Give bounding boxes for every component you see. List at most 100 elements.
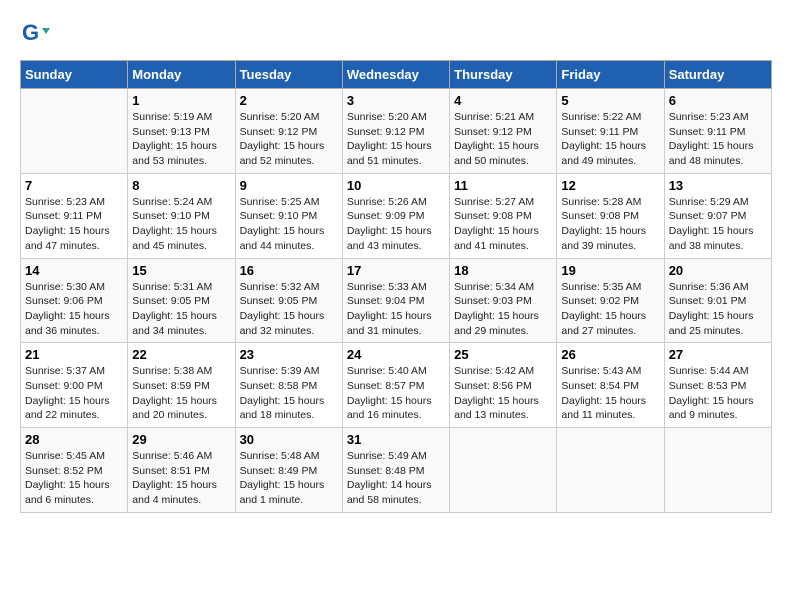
day-number: 17 [347,263,445,278]
col-header-monday: Monday [128,61,235,89]
day-number: 31 [347,432,445,447]
day-info: Sunrise: 5:29 AM Sunset: 9:07 PM Dayligh… [669,195,767,254]
day-cell: 10 Sunrise: 5:26 AM Sunset: 9:09 PM Dayli… [342,173,449,258]
day-info: Sunrise: 5:35 AM Sunset: 9:02 PM Dayligh… [561,280,659,339]
day-info: Sunrise: 5:42 AM Sunset: 8:56 PM Dayligh… [454,364,552,423]
day-cell: 1 Sunrise: 5:19 AM Sunset: 9:13 PM Daylig… [128,89,235,174]
col-header-tuesday: Tuesday [235,61,342,89]
day-number: 25 [454,347,552,362]
logo: G [20,20,54,50]
day-info: Sunrise: 5:31 AM Sunset: 9:05 PM Dayligh… [132,280,230,339]
day-info: Sunrise: 5:49 AM Sunset: 8:48 PM Dayligh… [347,449,445,508]
day-cell: 13 Sunrise: 5:29 AM Sunset: 9:07 PM Dayli… [664,173,771,258]
day-cell: 29Sunrise: 5:46 AM Sunset: 8:51 PM Dayli… [128,428,235,513]
day-cell: 7Sunrise: 5:23 AM Sunset: 9:11 PM Daylig… [21,173,128,258]
day-number: 16 [240,263,338,278]
day-number: 13 [669,178,767,193]
day-cell: 4 Sunrise: 5:21 AM Sunset: 9:12 PM Daylig… [450,89,557,174]
day-cell: 17 Sunrise: 5:33 AM Sunset: 9:04 PM Dayli… [342,258,449,343]
day-cell: 15 Sunrise: 5:31 AM Sunset: 9:05 PM Dayli… [128,258,235,343]
day-cell: 2 Sunrise: 5:20 AM Sunset: 9:12 PM Daylig… [235,89,342,174]
week-row-4: 21Sunrise: 5:37 AM Sunset: 9:00 PM Dayli… [21,343,772,428]
day-number: 19 [561,263,659,278]
day-number: 1 [132,93,230,108]
day-number: 6 [669,93,767,108]
col-header-sunday: Sunday [21,61,128,89]
day-info: Sunrise: 5:44 AM Sunset: 8:53 PM Dayligh… [669,364,767,423]
day-cell: 25 Sunrise: 5:42 AM Sunset: 8:56 PM Dayli… [450,343,557,428]
day-info: Sunrise: 5:26 AM Sunset: 9:09 PM Dayligh… [347,195,445,254]
day-info: Sunrise: 5:23 AM Sunset: 9:11 PM Dayligh… [669,110,767,169]
day-info: Sunrise: 5:40 AM Sunset: 8:57 PM Dayligh… [347,364,445,423]
logo-icon: G [20,20,50,50]
day-cell: 19 Sunrise: 5:35 AM Sunset: 9:02 PM Dayli… [557,258,664,343]
day-number: 5 [561,93,659,108]
day-number: 22 [132,347,230,362]
day-cell: 27Sunrise: 5:44 AM Sunset: 8:53 PM Dayli… [664,343,771,428]
day-number: 15 [132,263,230,278]
calendar-table: SundayMondayTuesdayWednesdayThursdayFrid… [20,60,772,513]
day-cell: 24 Sunrise: 5:40 AM Sunset: 8:57 PM Dayli… [342,343,449,428]
day-info: Sunrise: 5:36 AM Sunset: 9:01 PM Dayligh… [669,280,767,339]
day-info: Sunrise: 5:34 AM Sunset: 9:03 PM Dayligh… [454,280,552,339]
day-info: Sunrise: 5:43 AM Sunset: 8:54 PM Dayligh… [561,364,659,423]
day-number: 11 [454,178,552,193]
day-cell: 23 Sunrise: 5:39 AM Sunset: 8:58 PM Dayli… [235,343,342,428]
day-number: 14 [25,263,123,278]
day-number: 10 [347,178,445,193]
col-header-saturday: Saturday [664,61,771,89]
day-cell [450,428,557,513]
day-cell: 21Sunrise: 5:37 AM Sunset: 9:00 PM Dayli… [21,343,128,428]
day-info: Sunrise: 5:28 AM Sunset: 9:08 PM Dayligh… [561,195,659,254]
day-info: Sunrise: 5:20 AM Sunset: 9:12 PM Dayligh… [240,110,338,169]
day-cell: 12 Sunrise: 5:28 AM Sunset: 9:08 PM Dayli… [557,173,664,258]
day-number: 2 [240,93,338,108]
day-info: Sunrise: 5:19 AM Sunset: 9:13 PM Dayligh… [132,110,230,169]
day-number: 20 [669,263,767,278]
day-info: Sunrise: 5:37 AM Sunset: 9:00 PM Dayligh… [25,364,123,423]
day-info: Sunrise: 5:39 AM Sunset: 8:58 PM Dayligh… [240,364,338,423]
day-cell: 16 Sunrise: 5:32 AM Sunset: 9:05 PM Dayli… [235,258,342,343]
day-number: 18 [454,263,552,278]
day-info: Sunrise: 5:48 AM Sunset: 8:49 PM Dayligh… [240,449,338,508]
week-row-1: 1 Sunrise: 5:19 AM Sunset: 9:13 PM Daylig… [21,89,772,174]
week-row-5: 28 Sunrise: 5:45 AM Sunset: 8:52 PM Dayli… [21,428,772,513]
day-info: Sunrise: 5:21 AM Sunset: 9:12 PM Dayligh… [454,110,552,169]
svg-text:G: G [22,20,39,45]
page-header: G [20,20,772,50]
col-header-friday: Friday [557,61,664,89]
day-number: 26 [561,347,659,362]
day-cell: 28 Sunrise: 5:45 AM Sunset: 8:52 PM Dayli… [21,428,128,513]
day-info: Sunrise: 5:24 AM Sunset: 9:10 PM Dayligh… [132,195,230,254]
day-cell: 8Sunrise: 5:24 AM Sunset: 9:10 PM Daylig… [128,173,235,258]
day-cell: 31 Sunrise: 5:49 AM Sunset: 8:48 PM Dayli… [342,428,449,513]
week-row-3: 14 Sunrise: 5:30 AM Sunset: 9:06 PM Dayli… [21,258,772,343]
day-number: 24 [347,347,445,362]
day-info: Sunrise: 5:46 AM Sunset: 8:51 PM Dayligh… [132,449,230,508]
day-info: Sunrise: 5:45 AM Sunset: 8:52 PM Dayligh… [25,449,123,508]
day-number: 28 [25,432,123,447]
day-info: Sunrise: 5:33 AM Sunset: 9:04 PM Dayligh… [347,280,445,339]
day-cell: 6 Sunrise: 5:23 AM Sunset: 9:11 PM Daylig… [664,89,771,174]
day-cell: 11 Sunrise: 5:27 AM Sunset: 9:08 PM Dayli… [450,173,557,258]
day-info: Sunrise: 5:20 AM Sunset: 9:12 PM Dayligh… [347,110,445,169]
day-number: 30 [240,432,338,447]
day-cell [21,89,128,174]
day-cell: 5 Sunrise: 5:22 AM Sunset: 9:11 PM Daylig… [557,89,664,174]
day-number: 4 [454,93,552,108]
day-cell: 14 Sunrise: 5:30 AM Sunset: 9:06 PM Dayli… [21,258,128,343]
day-cell [664,428,771,513]
day-info: Sunrise: 5:32 AM Sunset: 9:05 PM Dayligh… [240,280,338,339]
day-cell: 3 Sunrise: 5:20 AM Sunset: 9:12 PM Daylig… [342,89,449,174]
col-header-thursday: Thursday [450,61,557,89]
day-info: Sunrise: 5:30 AM Sunset: 9:06 PM Dayligh… [25,280,123,339]
day-cell: 9Sunrise: 5:25 AM Sunset: 9:10 PM Daylig… [235,173,342,258]
day-info: Sunrise: 5:22 AM Sunset: 9:11 PM Dayligh… [561,110,659,169]
day-cell [557,428,664,513]
day-number: 12 [561,178,659,193]
day-number: 7 [25,178,123,193]
day-number: 3 [347,93,445,108]
day-info: Sunrise: 5:27 AM Sunset: 9:08 PM Dayligh… [454,195,552,254]
week-row-2: 7Sunrise: 5:23 AM Sunset: 9:11 PM Daylig… [21,173,772,258]
day-number: 23 [240,347,338,362]
